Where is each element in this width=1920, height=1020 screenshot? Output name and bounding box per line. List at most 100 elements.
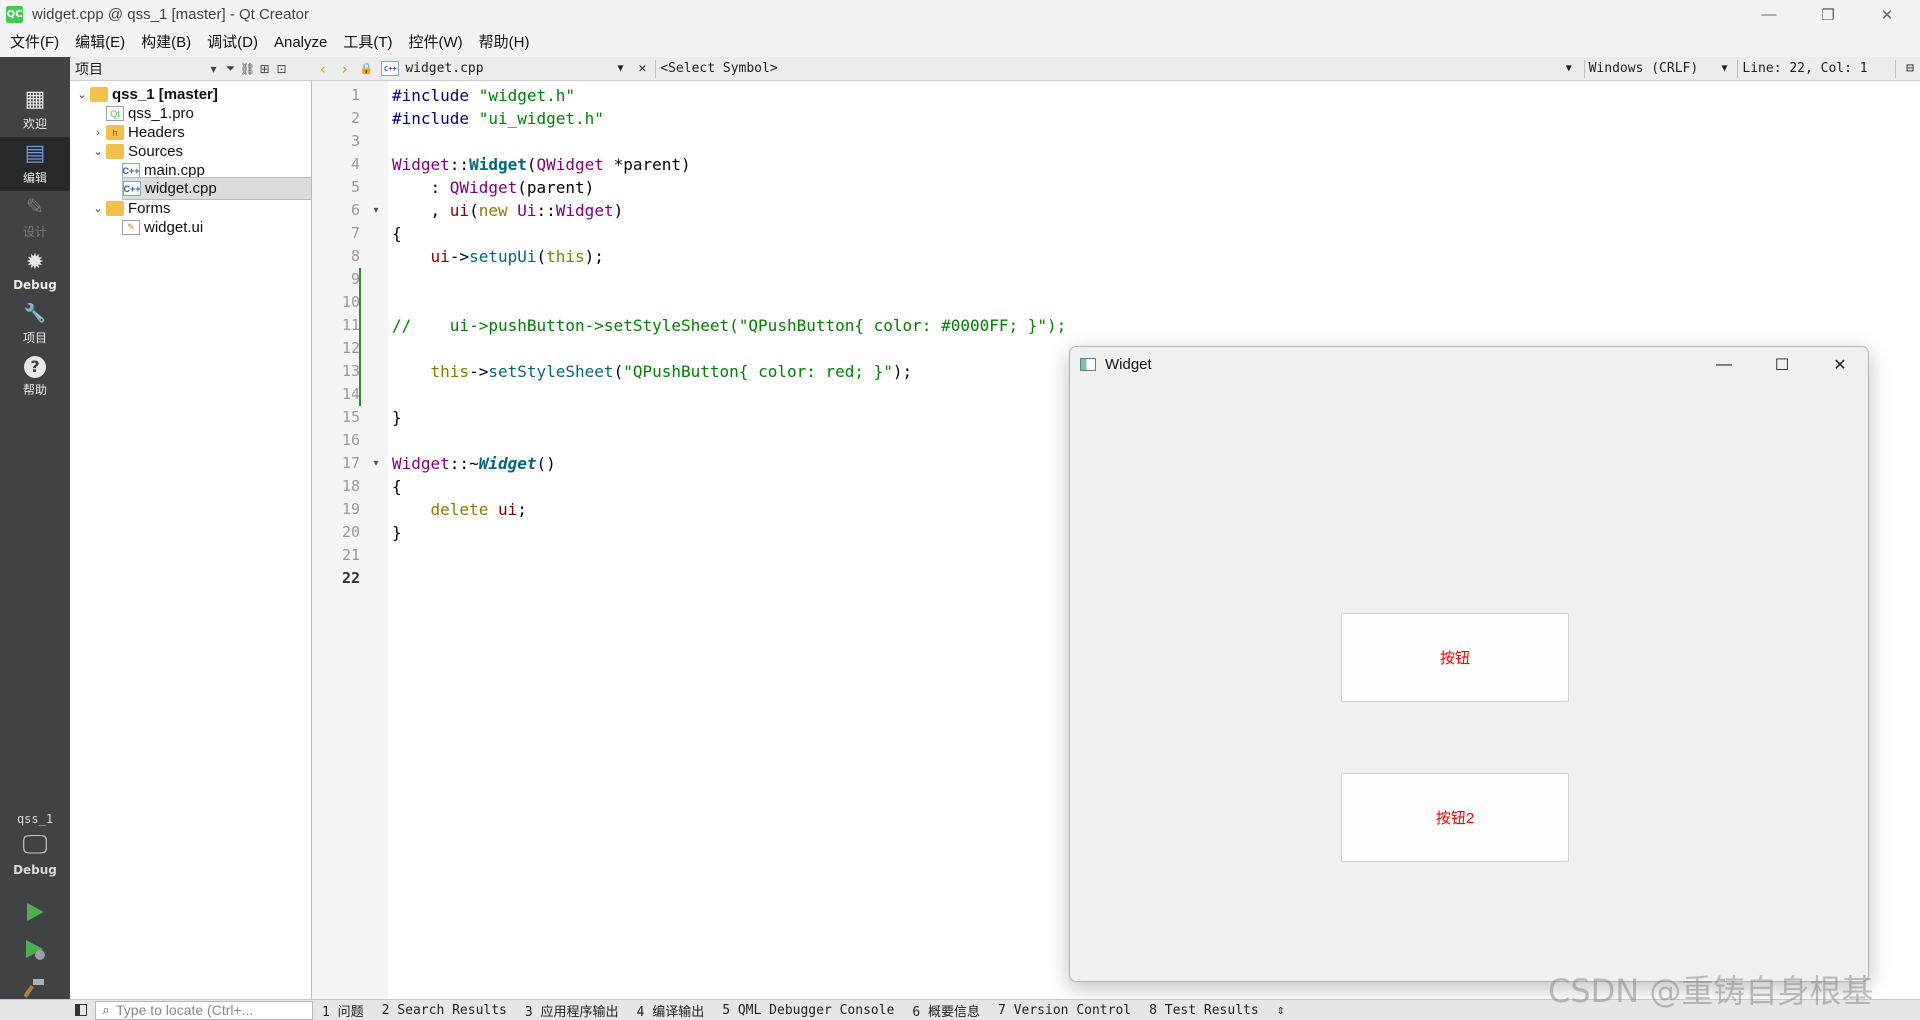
split-icon[interactable]: ⊞ <box>256 62 273 76</box>
dropdown-icon[interactable]: ▼ <box>618 63 634 74</box>
link-icon[interactable]: ⛓ <box>239 62 256 76</box>
widget-minimize-button[interactable]: — <box>1695 347 1753 382</box>
mode-design[interactable]: ✎ 设计 <box>0 191 70 245</box>
dropdown-icon[interactable]: ▼ <box>1722 63 1734 74</box>
tab-general-messages[interactable]: 6 概要信息 <box>903 1001 989 1020</box>
line-number: 19 <box>341 500 360 518</box>
back-icon[interactable]: ‹ <box>312 60 334 78</box>
filter-icon[interactable]: ⏷ <box>222 61 239 76</box>
close-button[interactable]: ✕ <box>1858 0 1916 29</box>
code-token: ui <box>430 247 450 266</box>
line-number: 5 <box>350 178 360 196</box>
line-number: 6 <box>350 201 360 219</box>
widget-window-title: Widget <box>1105 356 1152 373</box>
tab-search-results[interactable]: 2 Search Results <box>373 1003 516 1018</box>
hammer-icon <box>24 979 44 998</box>
symbol-select[interactable]: <Select Symbol> <box>660 61 1565 76</box>
close-document-icon[interactable]: ✕ <box>633 61 651 76</box>
menu-edit[interactable]: 编辑(E) <box>67 29 133 57</box>
tree-node-widget-ui[interactable]: ✎ widget.ui <box>122 216 310 239</box>
code-line: Widget::Widget(QWidget *parent) <box>392 153 691 176</box>
code-token: #include <box>392 86 470 105</box>
menu-debug[interactable]: 调试(D) <box>199 29 266 57</box>
mode-help[interactable]: ? 帮助 <box>0 350 70 404</box>
locator-input[interactable]: ⌕ Type to locate (Ctrl+... <box>95 1000 313 1020</box>
fold-marker-icon[interactable]: ▾ <box>370 452 382 475</box>
open-document-select[interactable]: widget.cpp <box>405 61 617 76</box>
cpp-file-icon: C++ <box>381 61 400 76</box>
chevron-down-icon[interactable]: ⌄ <box>74 88 90 101</box>
code-line: } <box>392 523 402 542</box>
push-button-2[interactable]: 按钮2 <box>1341 773 1569 862</box>
tree-label: widget.cpp <box>145 180 217 197</box>
edit-icon: ▤ <box>24 141 46 166</box>
code-line: , ui(new Ui::Widget) <box>392 199 624 222</box>
restore-button[interactable]: ❐ <box>1799 0 1857 29</box>
menubar: 文件(F) 编辑(E) 构建(B) 调试(D) Analyze 工具(T) 控件… <box>0 29 1920 57</box>
menu-tools[interactable]: 工具(T) <box>335 29 400 57</box>
cursor-position[interactable]: Line: 22, Col: 1 <box>1742 61 1891 76</box>
line-number: 10 <box>341 293 360 311</box>
tab-version-control[interactable]: 7 Version Control <box>989 1003 1140 1018</box>
menu-file[interactable]: 文件(F) <box>2 29 67 57</box>
debug-run-button[interactable] <box>18 934 52 966</box>
mode-edit[interactable]: ▤ 编辑 <box>0 137 70 191</box>
project-view-select[interactable]: 项目 <box>70 59 205 79</box>
ui-file-icon: ✎ <box>122 220 140 235</box>
menu-help[interactable]: 帮助(H) <box>471 29 538 57</box>
more-tabs-icon[interactable]: ⇕ <box>1268 1003 1294 1018</box>
locator-placeholder: Type to locate (Ctrl+... <box>116 1002 254 1018</box>
separator <box>1895 59 1897 78</box>
menu-analyze[interactable]: Analyze <box>266 29 335 57</box>
dropdown-icon[interactable]: ▼ <box>1566 63 1580 74</box>
menu-controls[interactable]: 控件(W) <box>401 29 471 57</box>
tab-test-results[interactable]: 8 Test Results <box>1140 1003 1268 1018</box>
widget-maximize-button[interactable]: ☐ <box>1753 347 1811 382</box>
tab-compile-output[interactable]: 4 编译输出 <box>628 1001 714 1020</box>
editor-toolbar: ‹ › 🔒 C++ widget.cpp ▼ ✕ <Select Symbol>… <box>312 57 1920 81</box>
mode-welcome[interactable]: ▦ 欢迎 <box>0 83 70 137</box>
kit-selector[interactable]: qss_1 🖵 Debug <box>0 808 70 877</box>
chevron-down-icon[interactable]: ⌄ <box>90 145 106 158</box>
chevron-right-icon[interactable]: › <box>90 127 106 139</box>
line-number: 16 <box>341 431 360 449</box>
widget-titlebar[interactable]: Widget — ☐ ✕ <box>1070 347 1868 382</box>
cpp-file-icon: C++ <box>123 181 141 196</box>
fold-marker-icon[interactable]: ▾ <box>370 199 382 222</box>
line-number: 12 <box>341 339 360 357</box>
tab-qml-debugger-console[interactable]: 5 QML Debugger Console <box>713 1003 903 1018</box>
push-button-1[interactable]: 按钮 <box>1341 613 1569 702</box>
tab-application-output[interactable]: 3 应用程序输出 <box>516 1001 628 1020</box>
chevron-down-icon[interactable]: ⌄ <box>90 202 106 215</box>
mode-projects[interactable]: 🔧 项目 <box>0 297 70 351</box>
line-ending-select[interactable]: Windows (CRLF) <box>1589 61 1722 76</box>
dropdown-icon[interactable]: ▾ <box>205 62 222 76</box>
tab-issues[interactable]: 1 问题 <box>313 1001 373 1020</box>
line-number: 3 <box>350 132 360 150</box>
menu-build[interactable]: 构建(B) <box>133 29 199 57</box>
code-token: :: <box>536 201 556 220</box>
split-editor-icon[interactable]: ⊟ <box>1900 61 1920 76</box>
line-number: 21 <box>341 546 360 564</box>
code-token: new <box>478 201 508 220</box>
widget-close-button[interactable]: ✕ <box>1811 347 1868 382</box>
wrench-icon: 🔧 <box>23 303 47 324</box>
line-number: 13 <box>341 362 360 380</box>
forward-icon[interactable]: › <box>334 60 356 78</box>
mode-debug[interactable]: ✹ Debug <box>0 244 70 298</box>
minimize-button[interactable]: — <box>1740 0 1798 29</box>
separator <box>655 59 657 78</box>
code-token: this <box>430 362 470 381</box>
pencil-icon: ✎ <box>25 195 45 220</box>
code-token: delete <box>430 500 489 519</box>
code-token: QWidget <box>449 178 518 197</box>
toggle-sidebar-icon[interactable] <box>70 1000 92 1020</box>
close-pane-icon[interactable]: ⊡ <box>273 62 290 76</box>
line-number: 17 <box>341 454 360 472</box>
watermark: CSDN @重铸自身根基 <box>1548 972 1874 1010</box>
code-token: : <box>392 178 450 197</box>
run-button[interactable] <box>18 896 52 928</box>
widget-app-window[interactable]: Widget — ☐ ✕ 按钮 按钮2 <box>1069 346 1869 982</box>
